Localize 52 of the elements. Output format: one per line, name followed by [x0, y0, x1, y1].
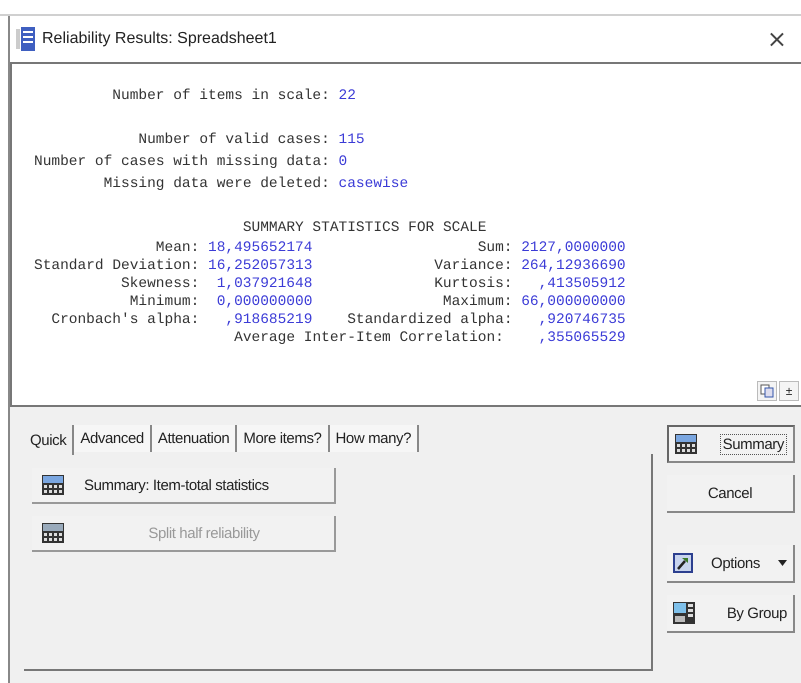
stat-label: Standard Deviation: — [34, 258, 200, 274]
stat-label: Mean: — [154, 240, 200, 256]
stat-value: 0 — [338, 154, 348, 172]
stat-value: 16,252057313 — [208, 258, 312, 274]
tab[interactable]: Attenuation — [152, 425, 238, 452]
dialog-button[interactable]: Summary — [667, 425, 795, 463]
window-title: Reliability Results: Spreadsheet1 — [42, 30, 278, 48]
spreadsheet-icon — [675, 434, 697, 454]
grouped-table-icon — [673, 602, 695, 624]
stat-label: Average Inter-Item Correlation: — [233, 330, 504, 346]
copy-icon — [760, 384, 774, 398]
stat-label: Standardized alpha: — [346, 312, 513, 328]
stat-value: 2127,0000000 — [521, 240, 626, 256]
stat-label: Missing data were deleted: — [102, 176, 330, 194]
stat-label: Number of items in scale: — [111, 88, 330, 106]
stat-label: Variance: — [433, 258, 513, 274]
stat-label: Maximum: — [442, 294, 513, 310]
tab[interactable]: Advanced — [74, 425, 152, 452]
stat-value: casewise — [338, 176, 408, 194]
stat-value: 18,495652174 — [208, 240, 312, 256]
close-button[interactable]: × — [762, 25, 791, 53]
stat-label: Sum: — [476, 240, 513, 256]
caret-icon — [778, 560, 787, 566]
stat-value: ,355065529 — [538, 330, 626, 346]
stat-value: ,918685219 — [224, 312, 312, 328]
action-button[interactable]: Summary: Item-total statistics — [32, 468, 336, 504]
spreadsheet-icon — [42, 475, 64, 495]
stat-value: 1,037921648 — [216, 276, 312, 292]
stat-label: Number of valid cases: — [137, 132, 330, 150]
document-icon — [16, 27, 36, 51]
dialog-button[interactable]: By Group — [667, 595, 795, 633]
stat-value: 115 — [338, 132, 365, 150]
collapse-button[interactable]: ± — [779, 381, 799, 401]
tab[interactable]: How many? — [330, 425, 420, 452]
summary-heading: SUMMARY STATISTICS FOR SCALE — [242, 220, 488, 238]
dialog-button[interactable]: Cancel — [667, 475, 795, 513]
stat-value: 0,000000000 — [216, 294, 312, 310]
stat-label: Skewness: — [120, 276, 200, 292]
tab[interactable]: More items? — [237, 425, 330, 452]
dialog-button[interactable]: Options — [667, 545, 795, 583]
hammer-icon — [673, 553, 693, 573]
stat-label: Minimum: — [128, 294, 200, 310]
stat-label: Number of cases with missing data: — [34, 154, 330, 172]
stat-value: ,413505912 — [538, 276, 626, 292]
stat-value: 264,12936690 — [521, 258, 626, 274]
spreadsheet-icon — [42, 523, 64, 543]
stat-label: Kurtosis: — [433, 276, 513, 292]
stat-value: ,920746735 — [538, 312, 626, 328]
stat-label: Cronbach's alpha: — [50, 312, 200, 328]
stat-value: 22 — [338, 88, 356, 106]
stat-value: 66,000000000 — [521, 294, 626, 310]
copy-button[interactable] — [757, 381, 777, 401]
